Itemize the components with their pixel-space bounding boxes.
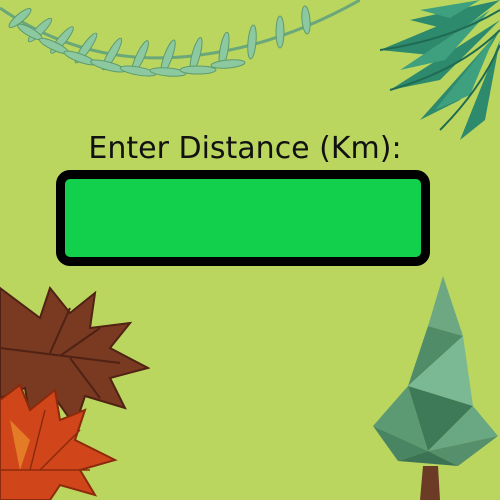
maple-leaf-brown-icon: [0, 285, 150, 428]
distance-label: Enter Distance (Km):: [88, 131, 402, 166]
maple-leaf-orange-icon: [0, 383, 118, 500]
fern-leaf-icon: [0, 0, 360, 77]
lowpoly-tree-icon: [373, 276, 498, 500]
palm-leaf-icon: [379, 0, 500, 140]
distance-input[interactable]: [56, 170, 430, 266]
